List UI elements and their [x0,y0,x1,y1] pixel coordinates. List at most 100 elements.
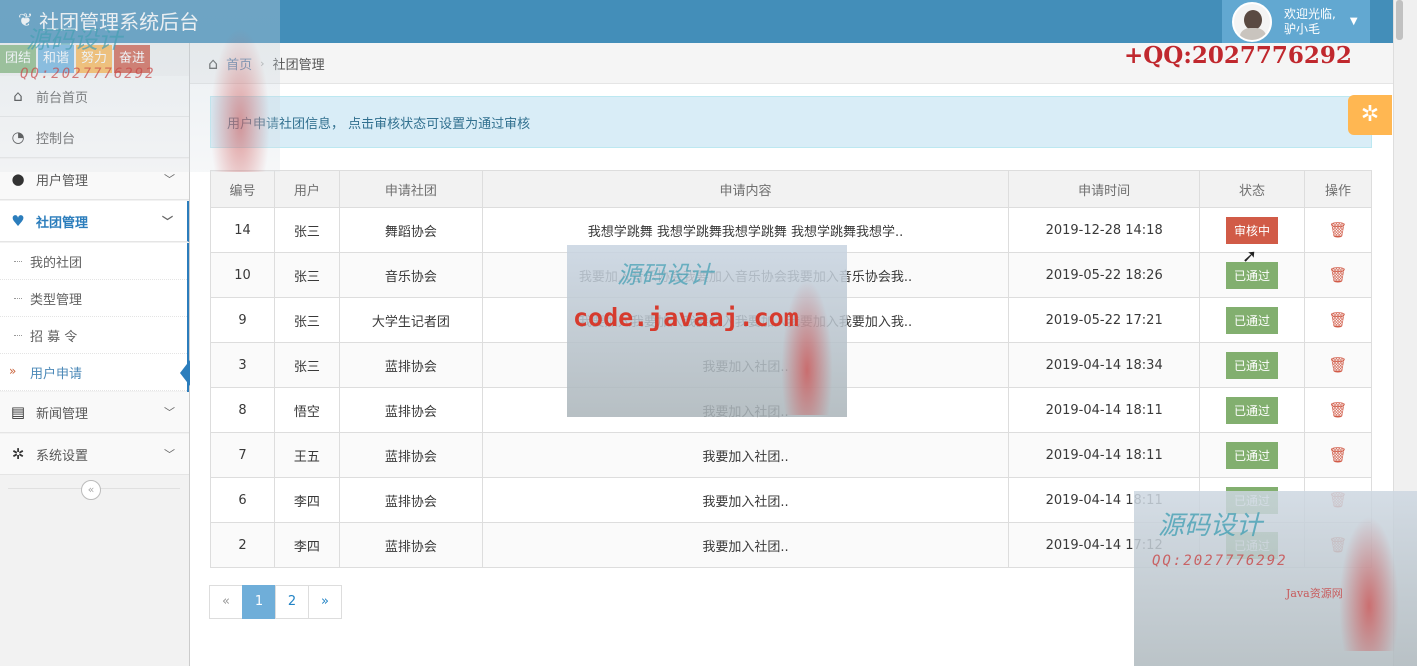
trash-icon[interactable]: 🗑 [1328,221,1347,239]
col-header-club[interactable]: 申请社团 [338,170,483,208]
user-icon: ● [11,170,25,188]
table-row: 8 悟空 蓝排协会 我要加入社团.. 2019-04-14 18:11 已通过 🗑 [210,387,1372,433]
status-badge[interactable]: 已通过 [1226,396,1279,424]
cell-content: 我要加入我要加入我要加入我要加入我要加入我要加入我.. [481,297,1010,343]
cell-club: 音乐协会 [338,252,483,298]
pagination-page-1[interactable]: 1 [242,585,276,619]
table-row: 2 李四 蓝排协会 我要加入社团.. 2019-04-14 17:12 已通过 🗑 [210,522,1372,568]
cell-club: 蓝排协会 [338,387,483,433]
ace-settings-button[interactable]: ✲ [1348,95,1392,135]
trash-icon[interactable]: 🗑 [1328,491,1347,509]
col-header-actions: 操作 [1304,170,1372,208]
shortcut-button[interactable]: 和谐 [38,45,74,73]
pagination-page-2[interactable]: 2 [275,585,309,619]
sidebar-item-label: 前台首页 [36,90,89,106]
dashboard-icon: ◔ [11,128,25,146]
cell-content: 我要加入社团.. [481,522,1010,568]
breadcrumb-home-link[interactable]: 首页 [226,54,252,73]
sidebar-subitem-types[interactable]: 类型管理 [0,280,189,317]
trash-icon[interactable]: 🗑 [1328,446,1347,464]
sidebar-item-clubs[interactable]: ♥ 社团管理 ﹀ [0,201,189,242]
col-header-time[interactable]: 申请时间 [1008,170,1201,208]
cell-id: 9 [210,297,275,343]
status-badge[interactable]: 已通过 [1226,306,1279,334]
cell-id: 3 [210,342,275,388]
sidebar-item-news[interactable]: ▤ 新闻管理 ﹀ [0,392,189,433]
cell-time: 2019-12-28 14:18 [1008,207,1201,253]
trash-icon[interactable]: 🗑 [1328,536,1347,554]
cell-user: 张三 [273,252,340,298]
cell-actions: 🗑 [1304,387,1372,433]
trash-icon[interactable]: 🗑 [1328,356,1347,374]
sidebar-subitem-applications[interactable]: 用户申请 [0,354,190,391]
col-header-content[interactable]: 申请内容 [481,170,1010,208]
trash-icon[interactable]: 🗑 [1328,311,1347,329]
cell-time: 2019-04-14 18:11 [1008,387,1201,433]
cell-user: 王五 [273,432,340,478]
sidebar-item-dashboard[interactable]: ◔ 控制台 [0,117,189,158]
shortcut-button[interactable]: 奋进 [114,45,150,73]
top-navbar: ❦ 社团管理系统后台 欢迎光临, 驴小毛 ▼ [0,0,1393,43]
trash-icon[interactable]: 🗑 [1328,266,1347,284]
shortcut-button[interactable]: 努力 [76,45,112,73]
cell-actions: 🗑 [1304,342,1372,388]
applications-table: 编号 用户 申请社团 申请内容 申请时间 状态 操作 14 张三 舞蹈协会 我想学跳舞… [210,170,1372,568]
user-menu[interactable]: 欢迎光临, 驴小毛 ▼ [1222,0,1370,43]
col-header-status[interactable]: 状态 [1199,170,1305,208]
cell-actions: 🗑 [1304,522,1372,568]
user-info: 欢迎光临, 驴小毛 [1284,7,1336,37]
cell-id: 14 [210,207,275,253]
sidebar-collapse: « [0,478,189,500]
app-brand[interactable]: ❦ 社团管理系统后台 [18,6,199,35]
cell-content: 我想学跳舞 我想学跳舞我想学跳舞 我想学跳舞我想学.. [481,207,1010,253]
status-badge[interactable]: 已通过 [1226,531,1279,559]
trash-icon[interactable]: 🗑 [1328,401,1347,419]
status-badge[interactable]: 已通过 [1226,351,1279,379]
sidebar-subitem-label: 招 募 令 [30,329,78,345]
status-badge[interactable]: 审核中 [1226,216,1279,244]
vertical-scrollbar[interactable] [1393,0,1417,666]
active-marker [180,360,190,386]
sidebar-item-settings[interactable]: ✲ 系统设置 ﹀ [0,434,189,475]
sidebar-subitem-my-clubs[interactable]: 我的社团 [0,243,189,280]
cell-content: 我要加入社团.. [481,387,1010,433]
cell-user: 张三 [273,207,340,253]
sidebar-subitem-label: 用户申请 [30,366,83,382]
status-badge[interactable]: 已通过 [1226,441,1279,469]
cell-time: 2019-04-14 18:11 [1008,477,1201,523]
cell-club: 蓝排协会 [338,432,483,478]
sidebar-item-label: 新闻管理 [36,406,89,422]
table-row: 9 张三 大学生记者团 我要加入我要加入我要加入我要加入我要加入我要加入我.. 2019… [210,297,1372,343]
sidebar-item-home[interactable]: ⌂ 前台首页 [0,76,189,117]
col-header-user[interactable]: 用户 [273,170,340,208]
watermark-java-label: Java资源网 [1286,587,1343,600]
cell-status: 已通过 [1199,342,1305,388]
cell-id: 6 [210,477,275,523]
collapse-icon[interactable]: « [81,480,101,500]
cell-time: 2019-04-14 18:11 [1008,432,1201,478]
gear-icon: ✲ [11,445,25,463]
status-badge[interactable]: 已通过 [1226,486,1279,514]
scrollbar-thumb[interactable] [1396,0,1403,40]
cell-status: 已通过 [1199,477,1305,523]
cell-actions: 🗑 [1304,477,1372,523]
cell-user: 李四 [273,477,340,523]
col-header-id[interactable]: 编号 [210,170,275,208]
table-row: 10 张三 音乐协会 我要加入音乐协会我要加入音乐协会我要加入音乐协会我.. 2019-… [210,252,1372,298]
cell-content: 我要加入音乐协会我要加入音乐协会我要加入音乐协会我.. [481,252,1010,298]
sidebar-subitem-recruit[interactable]: 招 募 令 [0,317,189,354]
shortcut-button[interactable]: 团结 [0,45,36,73]
pagination-next[interactable]: » [308,585,342,619]
table-row: 3 张三 蓝排协会 我要加入社团.. 2019-04-14 18:34 已通过 🗑 [210,342,1372,388]
sidebar-item-label: 用户管理 [36,173,89,189]
table-header-row: 编号 用户 申请社团 申请内容 申请时间 状态 操作 [210,170,1372,208]
table-row: 7 王五 蓝排协会 我要加入社团.. 2019-04-14 18:11 已通过 🗑 [210,432,1372,478]
sidebar-item-users[interactable]: ● 用户管理 ﹀ [0,159,189,200]
home-icon: ⌂ [13,87,23,105]
caret-down-icon: ▼ [1349,16,1358,27]
pagination-prev[interactable]: « [209,585,243,619]
cell-content: 我要加入社团.. [481,432,1010,478]
table-row: 6 李四 蓝排协会 我要加入社团.. 2019-04-14 18:11 已通过 🗑 [210,477,1372,523]
cell-actions: 🗑 [1304,207,1372,253]
cell-user: 张三 [273,297,340,343]
